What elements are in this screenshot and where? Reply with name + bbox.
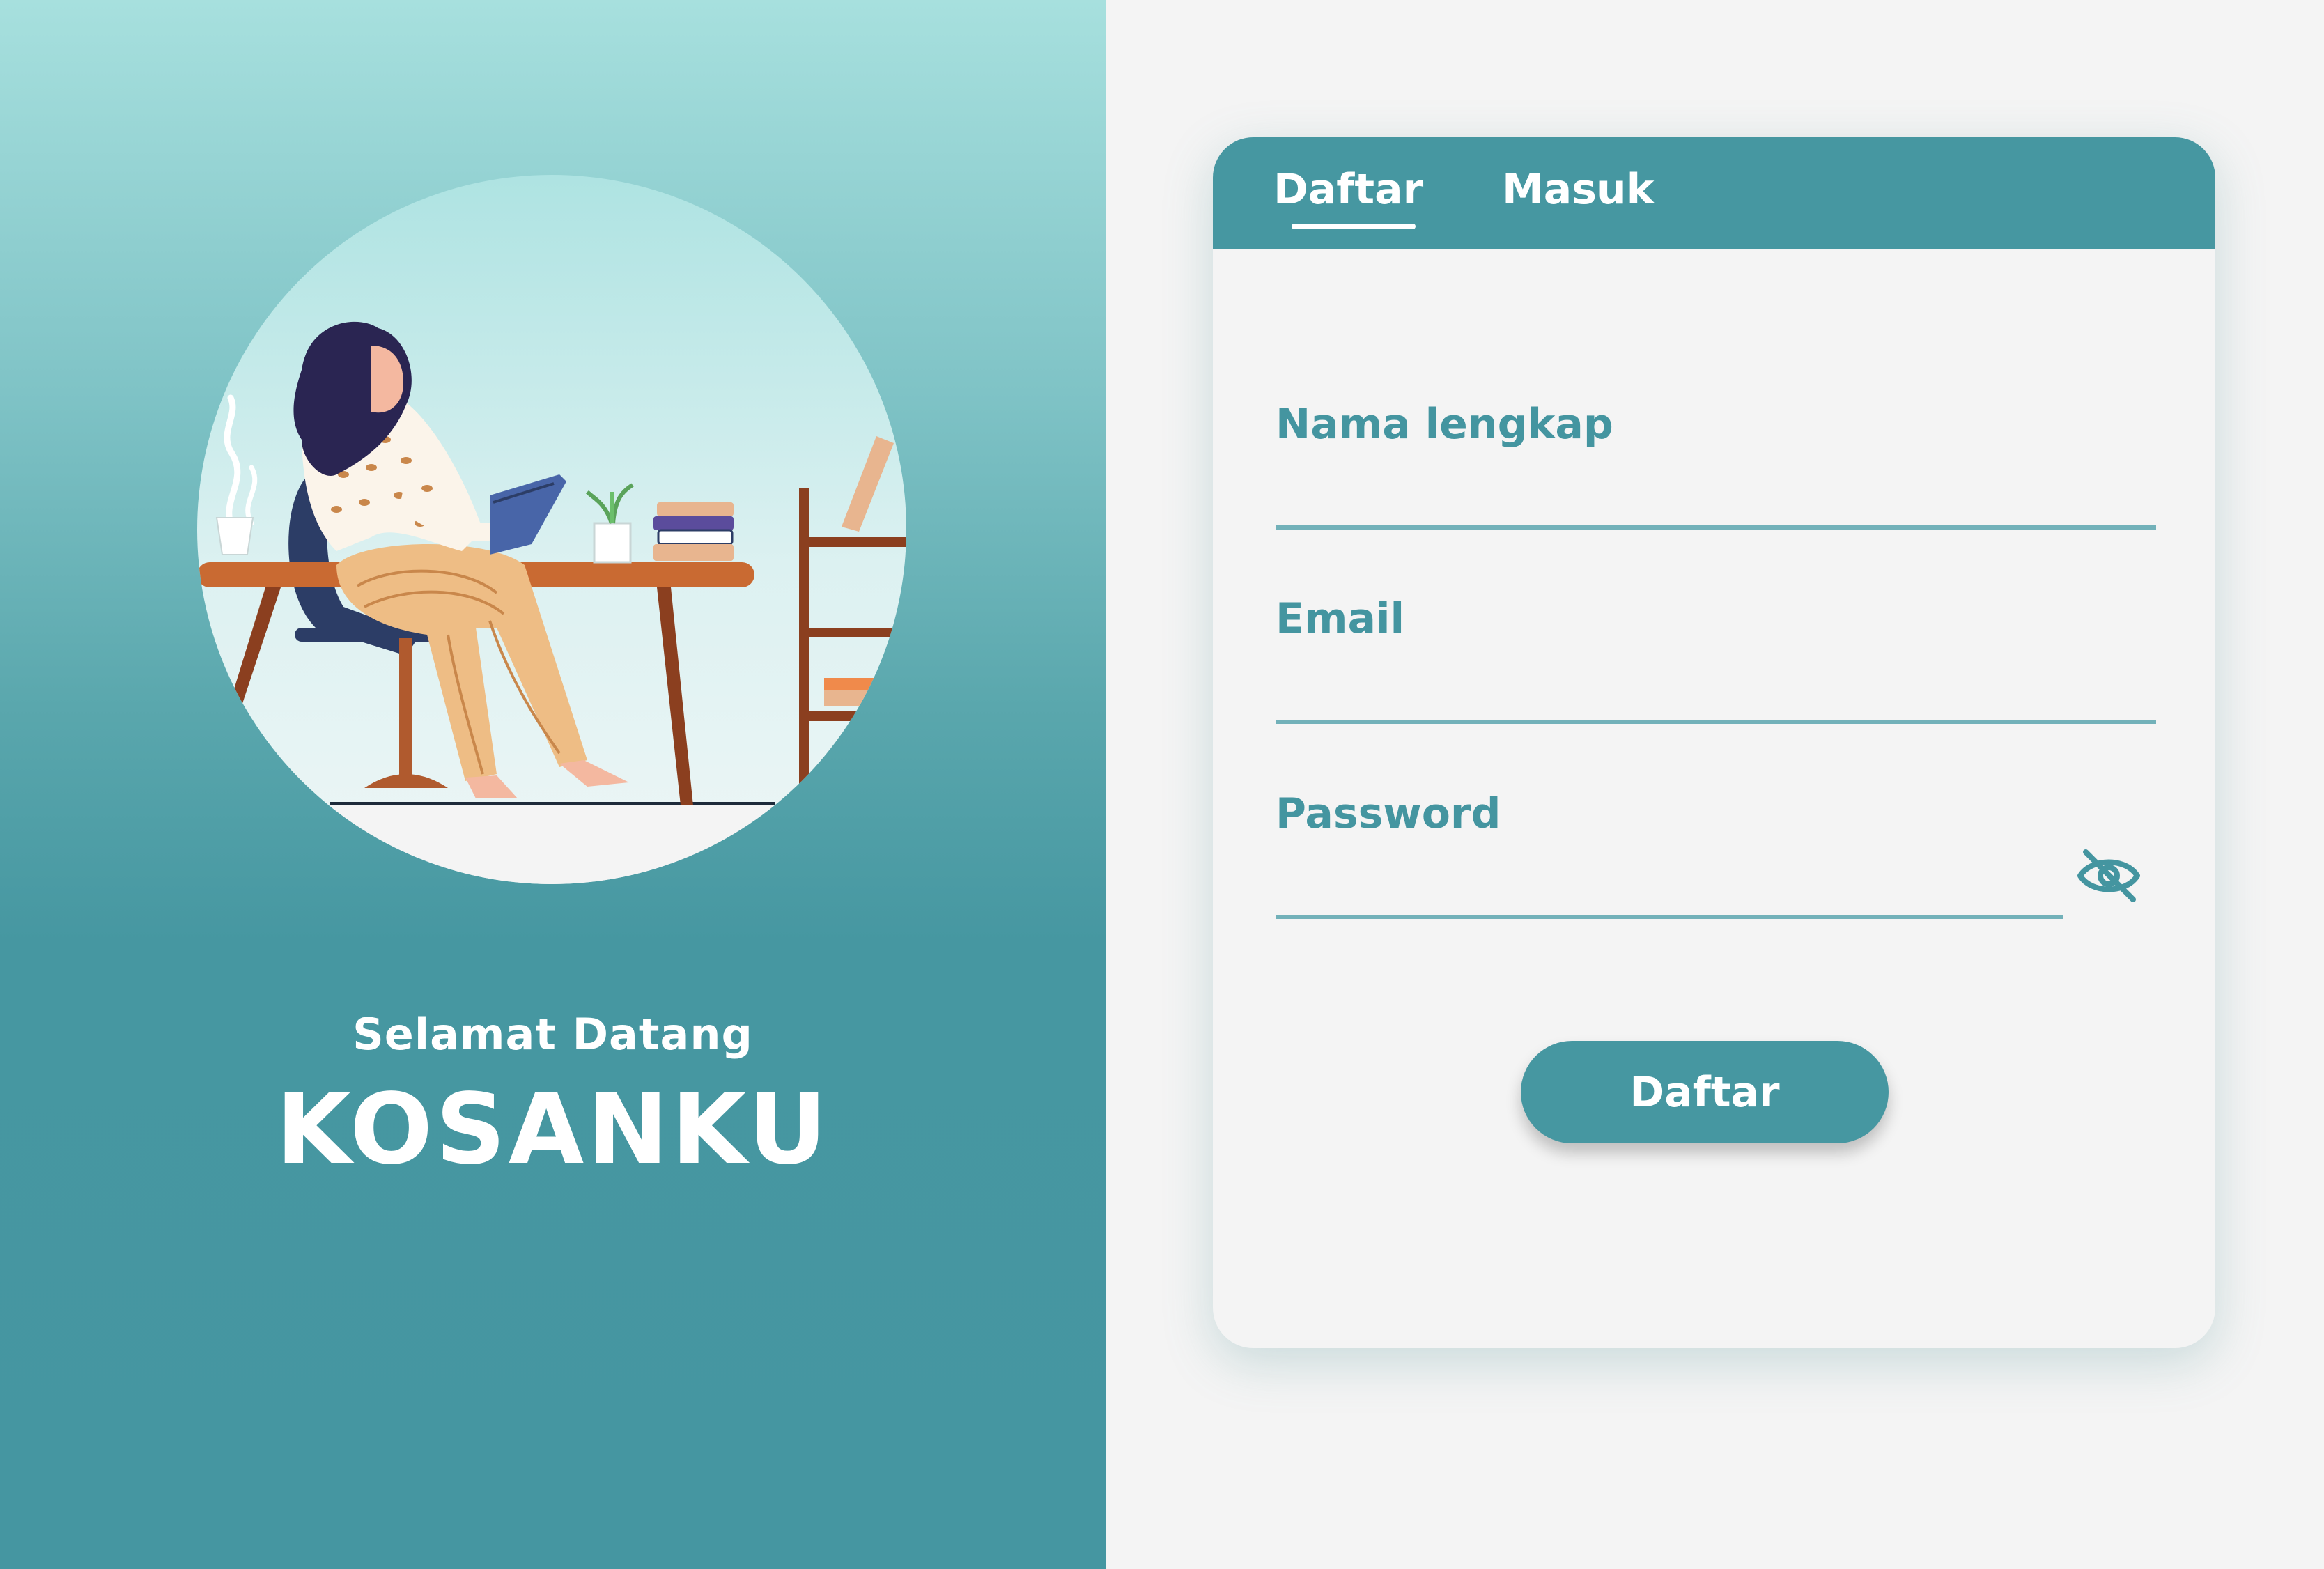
full-name-label: Nama lengkap	[1276, 400, 1613, 449]
welcome-subtitle: Selamat Datang	[353, 1009, 753, 1060]
password-label: Password	[1276, 789, 1501, 838]
tab-masuk[interactable]: Masuk	[1502, 165, 1655, 214]
auth-tab-bar: Daftar Masuk	[1213, 137, 2215, 249]
welcome-panel: Selamat Datang KOSANKU	[0, 0, 1106, 1569]
auth-card: Daftar Masuk Nama lengkap Email Password…	[1213, 137, 2215, 1348]
email-label: Email	[1276, 594, 1405, 643]
register-submit-button[interactable]: Daftar	[1521, 1041, 1889, 1143]
tab-daftar[interactable]: Daftar	[1273, 165, 1423, 214]
eye-slash-icon[interactable]	[2076, 848, 2141, 904]
active-tab-indicator	[1292, 224, 1416, 229]
email-input[interactable]	[1276, 671, 2156, 724]
hero-illustration	[197, 175, 906, 884]
full-name-input[interactable]	[1276, 477, 2156, 530]
password-input[interactable]	[1276, 866, 2063, 919]
app-name-title: KOSANKU	[275, 1073, 830, 1187]
